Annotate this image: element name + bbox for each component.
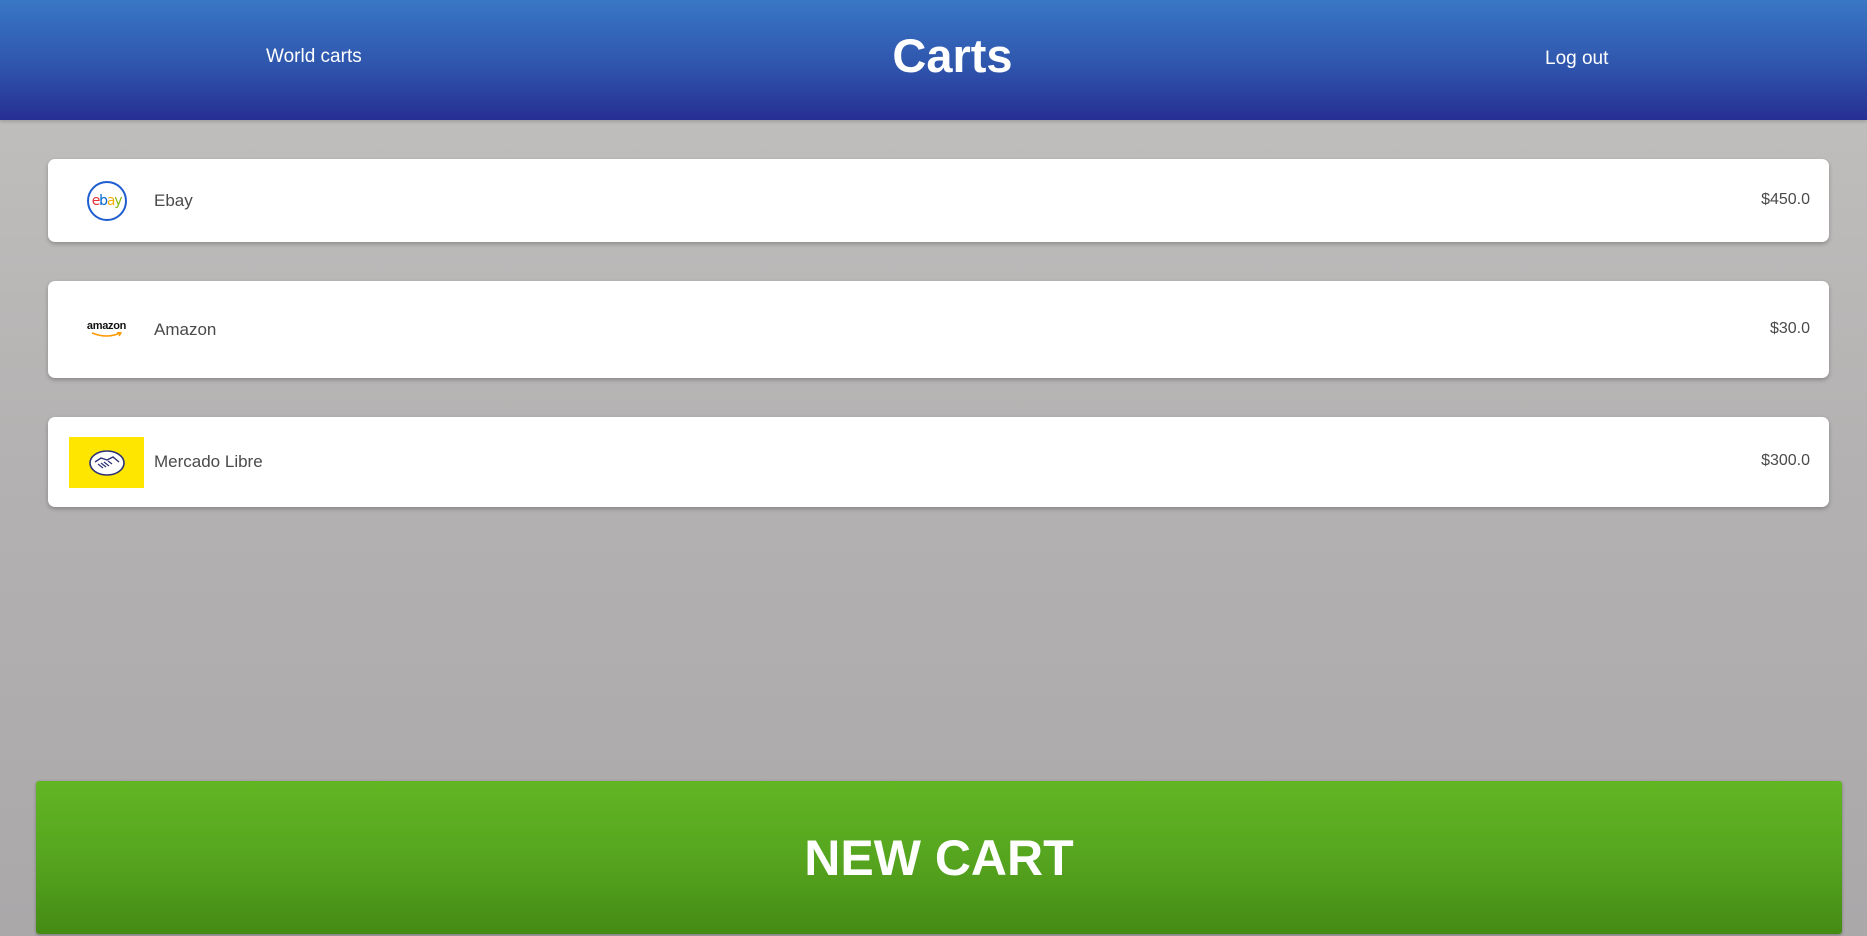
ebay-logo-letter: a bbox=[106, 192, 116, 209]
cart-item-amazon[interactable]: amazon Amazon $30.0 bbox=[48, 281, 1829, 378]
ebay-logo-circle: ebay bbox=[86, 180, 127, 221]
app-header: World carts Carts Log out bbox=[0, 0, 1867, 120]
cart-name: Ebay bbox=[154, 191, 193, 210]
amazon-wordmark: amazon bbox=[86, 320, 127, 332]
cart-name: Amazon bbox=[154, 320, 217, 339]
amazon-smile-icon bbox=[91, 332, 122, 337]
cart-item-mercado-libre[interactable]: Mercado Libre $300.0 bbox=[48, 417, 1829, 507]
ebay-logo-letter: b bbox=[99, 192, 108, 209]
cart-price: $450.0 bbox=[1761, 191, 1810, 208]
logout-link[interactable]: Log out bbox=[1545, 48, 1608, 70]
cart-price: $300.0 bbox=[1761, 452, 1810, 469]
ebay-logo: ebay bbox=[69, 175, 144, 226]
new-cart-button[interactable]: NEW CART bbox=[36, 781, 1842, 934]
ebay-logo-letter: e bbox=[91, 192, 101, 209]
cart-price: $30.0 bbox=[1769, 320, 1810, 337]
cart-name: Mercado Libre bbox=[154, 452, 263, 471]
handshake-icon bbox=[88, 449, 125, 476]
amazon-logo: amazon bbox=[69, 304, 144, 355]
ebay-logo-letter: y bbox=[114, 192, 122, 209]
mercado-libre-logo bbox=[69, 437, 144, 488]
cart-item-ebay[interactable]: ebay Ebay $450.0 bbox=[48, 159, 1829, 242]
